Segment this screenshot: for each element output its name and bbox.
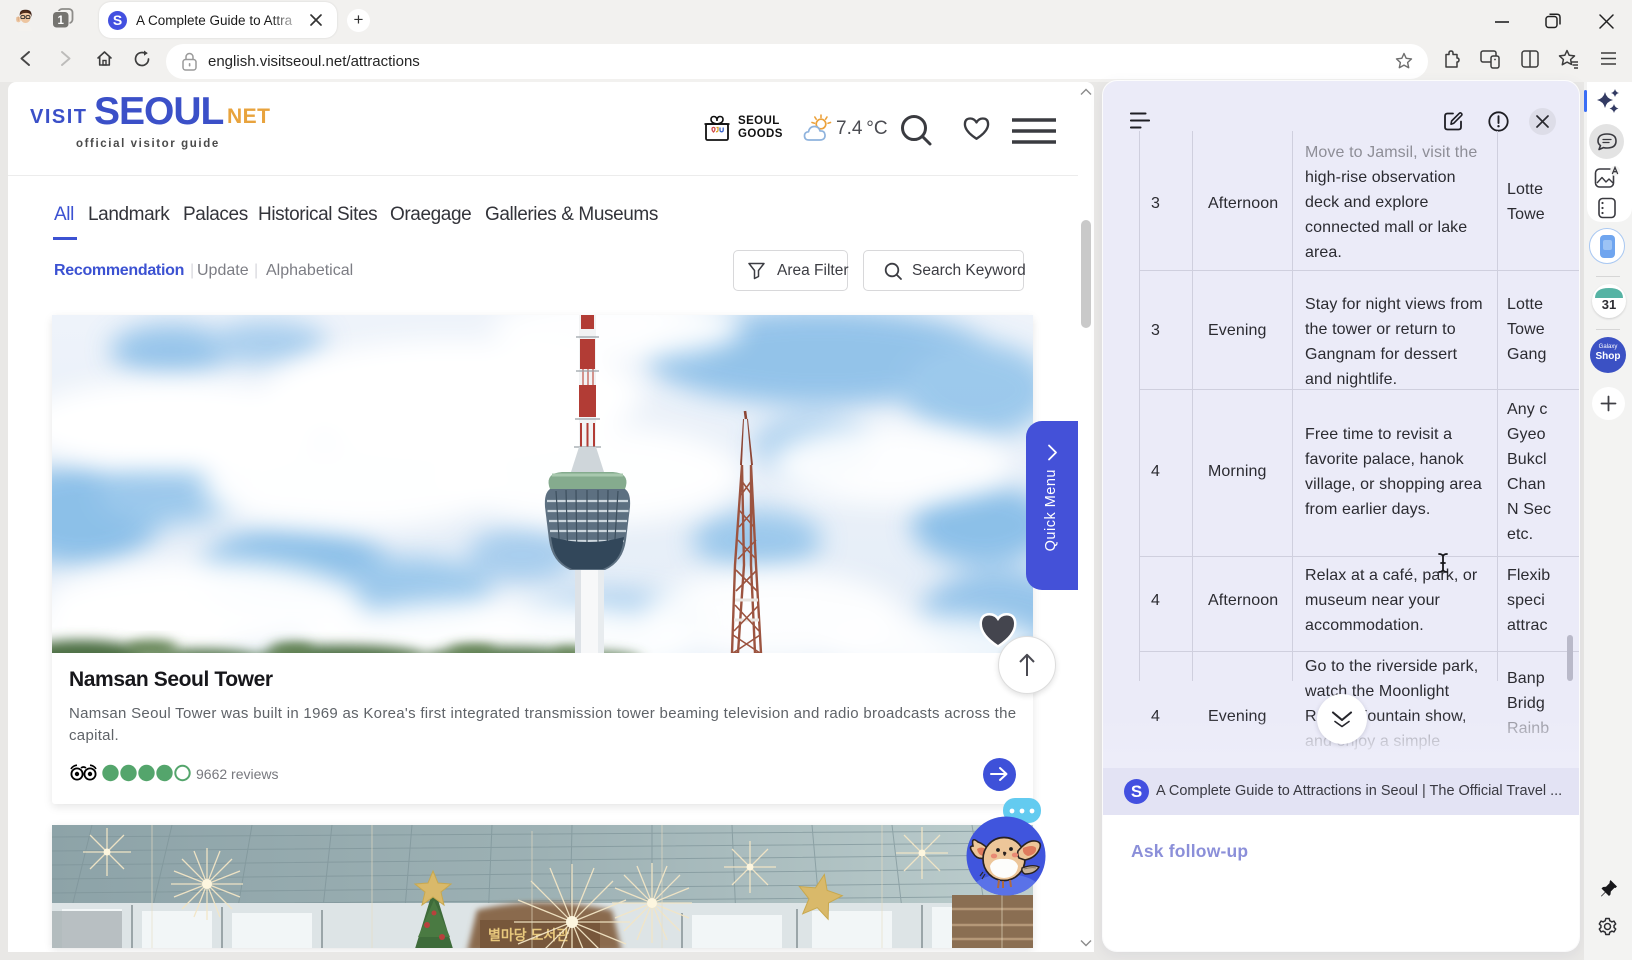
svg-text:별마당 도서관: 별마당 도서관 [488,927,569,943]
svg-text:31: 31 [1602,297,1616,312]
svg-text:1: 1 [57,15,64,27]
